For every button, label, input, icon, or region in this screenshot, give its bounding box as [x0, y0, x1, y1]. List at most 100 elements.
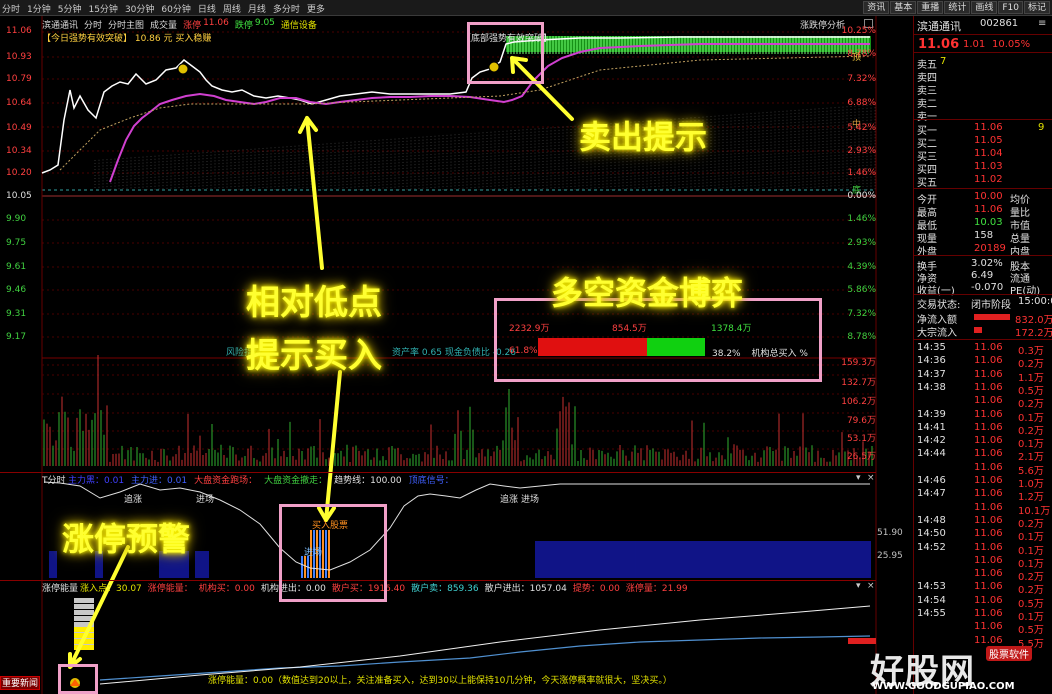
- bid-row[interactable]: 买五 11.02: [914, 174, 1052, 189]
- bid-mark: 9: [1038, 122, 1045, 133]
- legend-item: 散户卖：859.36: [411, 584, 479, 594]
- volume-tick: 53.1万: [846, 434, 876, 444]
- tick-price: 11.06: [974, 381, 1003, 393]
- tick-time: 14:52: [917, 541, 946, 553]
- stock-terminal: 分时 1分钟 5分钟 15分钟 30分钟 60分钟 日线 周线 月线 多分时 更…: [0, 0, 1052, 694]
- tick-price: 11.06: [974, 568, 1003, 580]
- limit-warning-annotation: 涨停预警: [62, 520, 191, 558]
- pct-tick: 8.78%: [847, 49, 876, 59]
- mid-axis-tick: 51.90: [877, 528, 903, 538]
- price-tick: 10.93: [6, 52, 32, 62]
- bid-price: 11.05: [974, 135, 1003, 146]
- tick-price: 11.06: [974, 488, 1003, 500]
- bid-row[interactable]: 买四 11.03: [914, 161, 1052, 176]
- sell-hint-annotation: 卖出提示: [579, 118, 708, 156]
- quote-price: 11.06: [918, 37, 960, 52]
- quote-menu-icon[interactable]: ≡: [1038, 18, 1046, 29]
- tick-time: 14:36: [917, 355, 946, 367]
- tick-price: 11.06: [974, 528, 1003, 540]
- pct-tick: 7.32%: [847, 74, 876, 84]
- quote-change: 1.01: [963, 39, 986, 50]
- pct-tick: 5.42%: [847, 123, 876, 133]
- pct-tick: 2.93%: [847, 238, 876, 248]
- legend-item: 主力进：0.01: [131, 476, 188, 486]
- price-tick: 9.31: [6, 309, 27, 319]
- tick-price: 11.06: [974, 461, 1003, 473]
- trade-status-row: 交易状态: 闭市阶段 15:00:0: [914, 296, 1052, 311]
- legend-item: 涨入点：30.07: [80, 584, 142, 594]
- block-inflow-label: 大宗流入: [917, 328, 957, 339]
- chase-label: 追涨: [124, 495, 143, 505]
- bid-price: 11.04: [974, 148, 1003, 159]
- stat-value: 3.02%: [971, 258, 1003, 269]
- bid-row[interactable]: 买一 11.06 9: [914, 122, 1052, 137]
- stat-value: 20189: [974, 243, 1006, 254]
- tick-price: 11.06: [974, 408, 1003, 420]
- tick-row: 11.06 0.5万: [914, 621, 1052, 636]
- bid-price: 11.02: [974, 174, 1003, 185]
- mid-axis-tick: 25.95: [877, 551, 903, 561]
- watermark-badge: 股票软件: [986, 646, 1032, 661]
- today-signal-text: 【今日强势有效突破】 10.86 元 买入稳赚: [42, 34, 212, 44]
- tick-price: 11.06: [974, 594, 1003, 606]
- draw-line-button[interactable]: 画线: [971, 1, 998, 14]
- replay-button[interactable]: 重播: [917, 1, 944, 14]
- divider: [914, 119, 1052, 120]
- tick-row: 14:42 11.06 0.1万: [914, 435, 1052, 450]
- chase-label: 追涨: [500, 495, 519, 505]
- tick-price: 11.06: [974, 634, 1003, 646]
- tick-time: 14:53: [917, 581, 946, 593]
- sell-point-marker: [177, 63, 189, 75]
- mark-button[interactable]: 标记: [1023, 1, 1050, 14]
- tick-price: 11.06: [974, 541, 1003, 553]
- tick-row: 14:35 11.06 0.3万: [914, 342, 1052, 357]
- sell-highlight-box: [467, 22, 544, 84]
- legend-item: 散户进出：1057.04: [484, 584, 567, 594]
- mid-panel-dropdown-icon[interactable]: ▾: [856, 473, 861, 483]
- divider: [914, 294, 1052, 295]
- ask-row[interactable]: 卖五 7: [914, 56, 1052, 71]
- status-time: 15:00:0: [1018, 296, 1052, 307]
- f10-button[interactable]: F10: [998, 1, 1023, 14]
- ask-row[interactable]: 卖四: [914, 69, 1052, 84]
- mid-panel-legend: 主力黑：0.01 主力进：0.01 大盘资金跑场： 大盘资金撤走： 趋势线：10…: [68, 473, 454, 486]
- ask-row[interactable]: 卖三: [914, 82, 1052, 97]
- tick-row: 14:53 11.06 0.2万: [914, 581, 1052, 596]
- tick-price: 11.06: [974, 421, 1003, 433]
- tick-row: 14:47 11.06 1.2万: [914, 488, 1052, 503]
- bottom-panel-dropdown-icon[interactable]: ▾: [856, 581, 861, 591]
- tick-row: 14:50 11.06 0.1万: [914, 528, 1052, 543]
- mid-panel-close-icon[interactable]: ×: [867, 473, 875, 483]
- important-news-button[interactable]: 重要新闻: [0, 676, 40, 690]
- tick-row: 14:36 11.06 0.2万: [914, 355, 1052, 370]
- limit-warning-box: [58, 664, 98, 694]
- enter-label: 进场: [196, 495, 215, 505]
- pct-tick: 10.25%: [841, 26, 876, 36]
- tick-row: 14:46 11.06 1.0万: [914, 475, 1052, 490]
- price-tick: 11.06: [6, 26, 32, 36]
- bottom-panel-close-icon[interactable]: ×: [867, 581, 875, 591]
- tick-time: 14:55: [917, 608, 946, 619]
- tick-time: 14:47: [917, 488, 946, 500]
- limit-energy-description: 涨停能量：0.00（数值达到20以上，关注准备买入，达到30以上能保持10几分钟…: [208, 676, 672, 686]
- bid-row[interactable]: 买三 11.04: [914, 148, 1052, 163]
- legend-item: 趋势线：100.00: [334, 476, 402, 486]
- tick-row: 14:52 11.06 0.1万: [914, 541, 1052, 557]
- pct-tick: 2.93%: [847, 146, 876, 156]
- bid-row[interactable]: 买二 11.05: [914, 135, 1052, 150]
- legend-item: 涨停能量：: [147, 584, 193, 594]
- bid-price: 11.06: [974, 122, 1003, 133]
- stats-button[interactable]: 统计: [944, 1, 971, 14]
- stat-row: 今开 10.00 均价: [914, 191, 1052, 206]
- price-tick: 9.90: [6, 214, 27, 224]
- tick-row: 11.06 10.1万: [914, 502, 1052, 517]
- stat-value: 158: [974, 230, 994, 241]
- quote-stock-code: 002861: [980, 18, 1019, 29]
- price-tick: 10.79: [6, 74, 32, 84]
- price-tick: 9.61: [6, 262, 27, 272]
- quote-header: 滨通通讯 002861 ≡: [914, 18, 1052, 35]
- tick-time: 14:37: [917, 368, 946, 380]
- tick-price: 11.06: [974, 342, 1003, 353]
- ask-row[interactable]: 卖二: [914, 95, 1052, 110]
- tick-row: 14:38 11.06 0.5万: [914, 381, 1052, 397]
